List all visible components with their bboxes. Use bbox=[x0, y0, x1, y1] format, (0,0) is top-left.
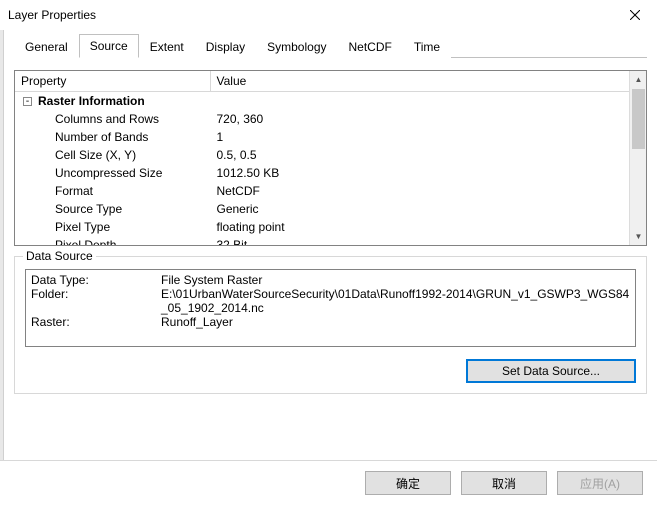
prop-key: Cell Size (X, Y) bbox=[15, 146, 210, 164]
content-area: General Source Extent Display Symbology … bbox=[4, 30, 657, 460]
property-row: Uncompressed Size1012.50 KB bbox=[15, 164, 629, 182]
tab-symbology[interactable]: Symbology bbox=[256, 35, 337, 58]
collapse-icon[interactable]: - bbox=[23, 97, 32, 106]
prop-value: NetCDF bbox=[210, 182, 629, 200]
tab-display[interactable]: Display bbox=[195, 35, 256, 58]
window-title: Layer Properties bbox=[8, 8, 96, 22]
tab-general[interactable]: General bbox=[14, 35, 79, 58]
column-header-value[interactable]: Value bbox=[210, 71, 629, 92]
ds-data-type-value: File System Raster bbox=[161, 273, 630, 287]
vertical-scrollbar[interactable]: ▲ ▼ bbox=[629, 71, 646, 245]
data-source-textbox[interactable]: Data Type: File System Raster Folder: E:… bbox=[25, 269, 636, 347]
prop-key: Source Type bbox=[15, 200, 210, 218]
tab-netcdf[interactable]: NetCDF bbox=[338, 35, 403, 58]
prop-key: Format bbox=[15, 182, 210, 200]
prop-value: 1012.50 KB bbox=[210, 164, 629, 182]
close-icon bbox=[630, 10, 640, 20]
dialog-button-bar: 确定 取消 应用(A) bbox=[0, 460, 657, 505]
set-data-source-button[interactable]: Set Data Source... bbox=[466, 359, 636, 383]
group-legend: Data Source bbox=[23, 249, 96, 263]
section-label: Raster Information bbox=[38, 94, 145, 108]
property-row: FormatNetCDF bbox=[15, 182, 629, 200]
scroll-down-icon[interactable]: ▼ bbox=[630, 228, 647, 245]
property-row: Number of Bands1 bbox=[15, 128, 629, 146]
ds-folder-value: E:\01UrbanWaterSourceSecurity\01Data\Run… bbox=[161, 287, 630, 315]
property-row: Pixel Typefloating point bbox=[15, 218, 629, 236]
prop-key: Pixel Depth bbox=[15, 236, 210, 246]
prop-value: 32 Bit bbox=[210, 236, 629, 246]
prop-value: floating point bbox=[210, 218, 629, 236]
prop-value: 1 bbox=[210, 128, 629, 146]
prop-value: 720, 360 bbox=[210, 110, 629, 128]
ok-button[interactable]: 确定 bbox=[365, 471, 451, 495]
ds-raster-value: Runoff_Layer bbox=[161, 315, 630, 329]
property-table: Property Value -Raster Information Colum… bbox=[15, 71, 629, 245]
titlebar: Layer Properties bbox=[0, 0, 657, 30]
property-row: Cell Size (X, Y)0.5, 0.5 bbox=[15, 146, 629, 164]
column-header-property[interactable]: Property bbox=[15, 71, 210, 92]
property-row: Pixel Depth32 Bit bbox=[15, 236, 629, 246]
data-source-group: Data Source Data Type: File System Raste… bbox=[14, 256, 647, 394]
tab-time[interactable]: Time bbox=[403, 35, 451, 58]
prop-key: Pixel Type bbox=[15, 218, 210, 236]
section-raster-information[interactable]: -Raster Information bbox=[15, 92, 629, 110]
close-button[interactable] bbox=[612, 0, 657, 30]
apply-button: 应用(A) bbox=[557, 471, 643, 495]
scroll-up-icon[interactable]: ▲ bbox=[630, 71, 647, 88]
property-row: Columns and Rows720, 360 bbox=[15, 110, 629, 128]
ds-raster-label: Raster: bbox=[31, 315, 161, 329]
prop-key: Columns and Rows bbox=[15, 110, 210, 128]
prop-key: Number of Bands bbox=[15, 128, 210, 146]
prop-key: Uncompressed Size bbox=[15, 164, 210, 182]
tab-source[interactable]: Source bbox=[79, 34, 139, 58]
ds-folder-label: Folder: bbox=[31, 287, 161, 315]
prop-value: 0.5, 0.5 bbox=[210, 146, 629, 164]
scroll-thumb[interactable] bbox=[632, 89, 645, 149]
property-row: Source TypeGeneric bbox=[15, 200, 629, 218]
cancel-button[interactable]: 取消 bbox=[461, 471, 547, 495]
prop-value: Generic bbox=[210, 200, 629, 218]
property-grid-viewport: Property Value -Raster Information Colum… bbox=[15, 71, 629, 245]
tab-extent[interactable]: Extent bbox=[139, 35, 195, 58]
tab-strip: General Source Extent Display Symbology … bbox=[14, 34, 647, 58]
ds-data-type-label: Data Type: bbox=[31, 273, 161, 287]
property-grid: Property Value -Raster Information Colum… bbox=[14, 70, 647, 246]
